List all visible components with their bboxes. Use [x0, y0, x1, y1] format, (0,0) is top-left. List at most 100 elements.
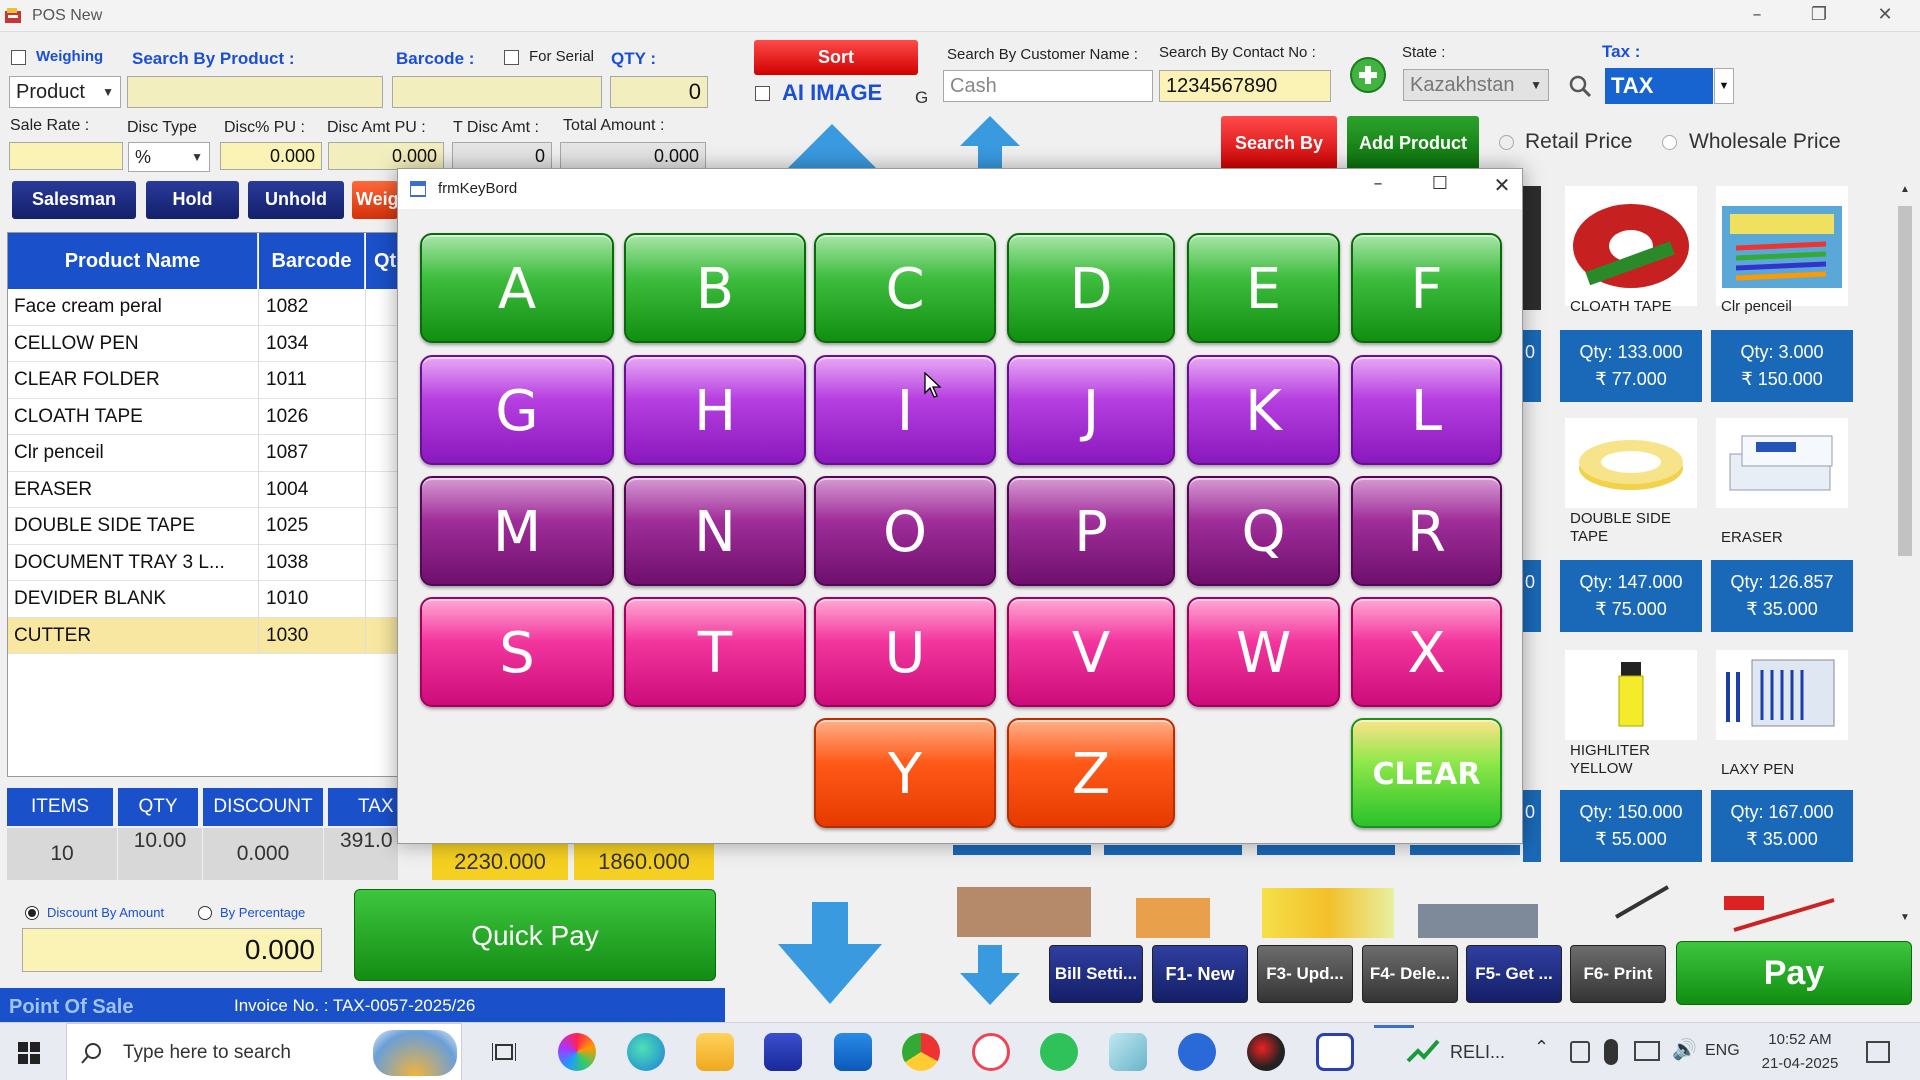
scroll-down-icon[interactable] — [960, 945, 1020, 1005]
product-image-clr-penceil[interactable] — [1716, 186, 1848, 306]
clock-time[interactable]: 10:52 AM — [1760, 1031, 1840, 1048]
meet-now-icon[interactable] — [1570, 1041, 1590, 1063]
update-button[interactable]: F3- Upd... — [1257, 945, 1353, 1003]
search-product-input[interactable] — [127, 76, 383, 108]
whatsapp-icon[interactable] — [1040, 1033, 1078, 1071]
key-n[interactable]: N — [624, 476, 806, 586]
key-k[interactable]: K — [1187, 355, 1340, 465]
notification-icon[interactable] — [1866, 1041, 1890, 1063]
file-explorer-icon[interactable] — [696, 1033, 734, 1071]
app-icon[interactable] — [1178, 1033, 1216, 1071]
clear-button[interactable]: CLEAR — [1351, 718, 1502, 828]
add-product-button[interactable]: Add Product — [1347, 116, 1479, 170]
stock-chart-icon[interactable] — [1406, 1037, 1440, 1067]
taskbar-search-box[interactable]: Type here to search — [66, 1023, 462, 1080]
discount-input[interactable]: 0.000 — [22, 928, 322, 972]
maximize-button[interactable]: ☐ — [1420, 173, 1460, 194]
search-by-button[interactable]: Search By — [1221, 116, 1337, 170]
state-select[interactable]: Kazakhstan ▼ — [1403, 69, 1549, 101]
bill-settings-button[interactable]: Bill Setti... — [1049, 945, 1143, 1003]
snipping-tool-icon[interactable] — [972, 1033, 1010, 1071]
sort-button[interactable]: Sort — [754, 40, 918, 75]
key-v[interactable]: V — [1007, 597, 1175, 707]
restore-button[interactable]: ❐ — [1790, 0, 1848, 32]
unhold-button[interactable]: Unhold — [248, 181, 344, 219]
scrollbar-thumb[interactable] — [1898, 206, 1912, 556]
add-customer-icon[interactable] — [1349, 56, 1387, 94]
app-icon[interactable] — [1247, 1033, 1285, 1071]
weighing-checkbox[interactable] — [11, 50, 26, 65]
key-b[interactable]: B — [624, 233, 806, 343]
windows-start-icon[interactable] — [18, 1042, 40, 1064]
pay-button[interactable]: Pay — [1676, 941, 1912, 1005]
key-t[interactable]: T — [624, 597, 806, 707]
product-image-laxy-pen[interactable] — [1716, 650, 1848, 740]
weighing-button[interactable]: Weig — [352, 181, 398, 219]
chevron-down-icon[interactable]: ▼ — [1900, 912, 1910, 923]
table-row[interactable]: DOUBLE SIDE TAPE 1025 — [8, 508, 408, 545]
outlook-icon[interactable] — [834, 1033, 872, 1071]
barcode-input[interactable] — [392, 76, 602, 108]
product-card-qty[interactable]: Qty: 126.857 ₹ 35.000 — [1711, 560, 1853, 632]
product-card-qty[interactable]: Qty: 3.000 ₹ 150.000 — [1711, 330, 1853, 402]
product-card-qty[interactable]: Qty: 147.000 ₹ 75.000 — [1560, 560, 1702, 632]
table-row[interactable]: ERASER 1004 — [8, 472, 408, 508]
column-header-barcode[interactable]: Barcode — [259, 233, 365, 289]
scroll-up-icon[interactable] — [960, 116, 1020, 172]
chevron-down-icon[interactable]: ▼ — [1714, 68, 1734, 104]
microphone-icon[interactable] — [1604, 1039, 1618, 1065]
ai-image-checkbox[interactable] — [755, 86, 770, 101]
hold-button[interactable]: Hold — [146, 181, 239, 219]
sale-rate-input[interactable] — [9, 142, 123, 170]
key-l[interactable]: L — [1351, 355, 1502, 465]
table-row[interactable]: Clr penceil 1087 — [8, 435, 408, 472]
chrome-icon[interactable] — [902, 1033, 940, 1071]
key-p[interactable]: P — [1007, 476, 1175, 586]
product-select[interactable]: Product ▼ — [9, 76, 121, 108]
table-row[interactable]: DEVIDER BLANK 1010 — [8, 581, 408, 618]
key-g[interactable]: G — [420, 355, 614, 465]
key-q[interactable]: Q — [1187, 476, 1340, 586]
chevron-up-icon[interactable]: ⌃ — [1534, 1037, 1549, 1058]
scroll-up-large-icon[interactable] — [784, 122, 880, 170]
for-serial-checkbox[interactable] — [504, 50, 519, 65]
language-indicator[interactable]: ENG — [1705, 1042, 1740, 1060]
pos-app-icon[interactable] — [1316, 1033, 1354, 1071]
copilot-icon[interactable] — [558, 1033, 596, 1071]
microsoft-store-icon[interactable] — [764, 1033, 802, 1071]
get-button[interactable]: F5- Get ... — [1466, 945, 1562, 1003]
table-row[interactable]: Face cream peral 1082 — [8, 289, 408, 326]
scroll-down-large-icon[interactable] — [776, 902, 884, 1006]
key-z[interactable]: Z — [1007, 718, 1175, 828]
task-view-icon[interactable] — [491, 1041, 517, 1063]
taskbar-widget-text[interactable]: RELI... — [1450, 1042, 1505, 1063]
key-x[interactable]: X — [1351, 597, 1502, 707]
key-e[interactable]: E — [1187, 233, 1340, 343]
delete-button[interactable]: F4- Dele... — [1362, 945, 1458, 1003]
key-i[interactable]: I — [814, 355, 996, 465]
volume-icon[interactable]: 🔊 — [1672, 1037, 1697, 1061]
product-image-double-side-tape[interactable] — [1565, 418, 1697, 508]
print-button[interactable]: F6- Print — [1570, 945, 1666, 1003]
key-h[interactable]: H — [624, 355, 806, 465]
clock-date[interactable]: 21-04-2025 — [1756, 1055, 1844, 1072]
table-row[interactable]: CLOATH TAPE 1026 — [8, 399, 408, 435]
edge-icon[interactable] — [627, 1033, 665, 1071]
wholesale-price-radio[interactable] — [1662, 135, 1677, 150]
new-button[interactable]: F1- New — [1152, 945, 1248, 1003]
key-f[interactable]: F — [1351, 233, 1502, 343]
search-icon[interactable] — [1567, 73, 1593, 99]
table-row[interactable]: DOCUMENT TRAY 3 L... 1038 — [8, 545, 408, 581]
key-c[interactable]: C — [814, 233, 996, 343]
table-row-selected[interactable]: CUTTER 1030 — [8, 617, 408, 654]
chevron-up-icon[interactable]: ▲ — [1900, 184, 1910, 195]
key-d[interactable]: D — [1007, 233, 1175, 343]
disc-amt-pu-input[interactable]: 0.000 — [328, 142, 444, 170]
salesman-button[interactable]: Salesman — [12, 181, 136, 219]
tax-select[interactable]: TAX — [1605, 68, 1713, 104]
product-image-highliter[interactable] — [1565, 650, 1697, 740]
retail-price-radio[interactable] — [1499, 135, 1514, 150]
product-card-qty[interactable]: Qty: 133.000 ₹ 77.000 — [1560, 330, 1702, 402]
network-icon[interactable] — [1634, 1041, 1660, 1061]
product-image-eraser[interactable] — [1716, 418, 1848, 508]
